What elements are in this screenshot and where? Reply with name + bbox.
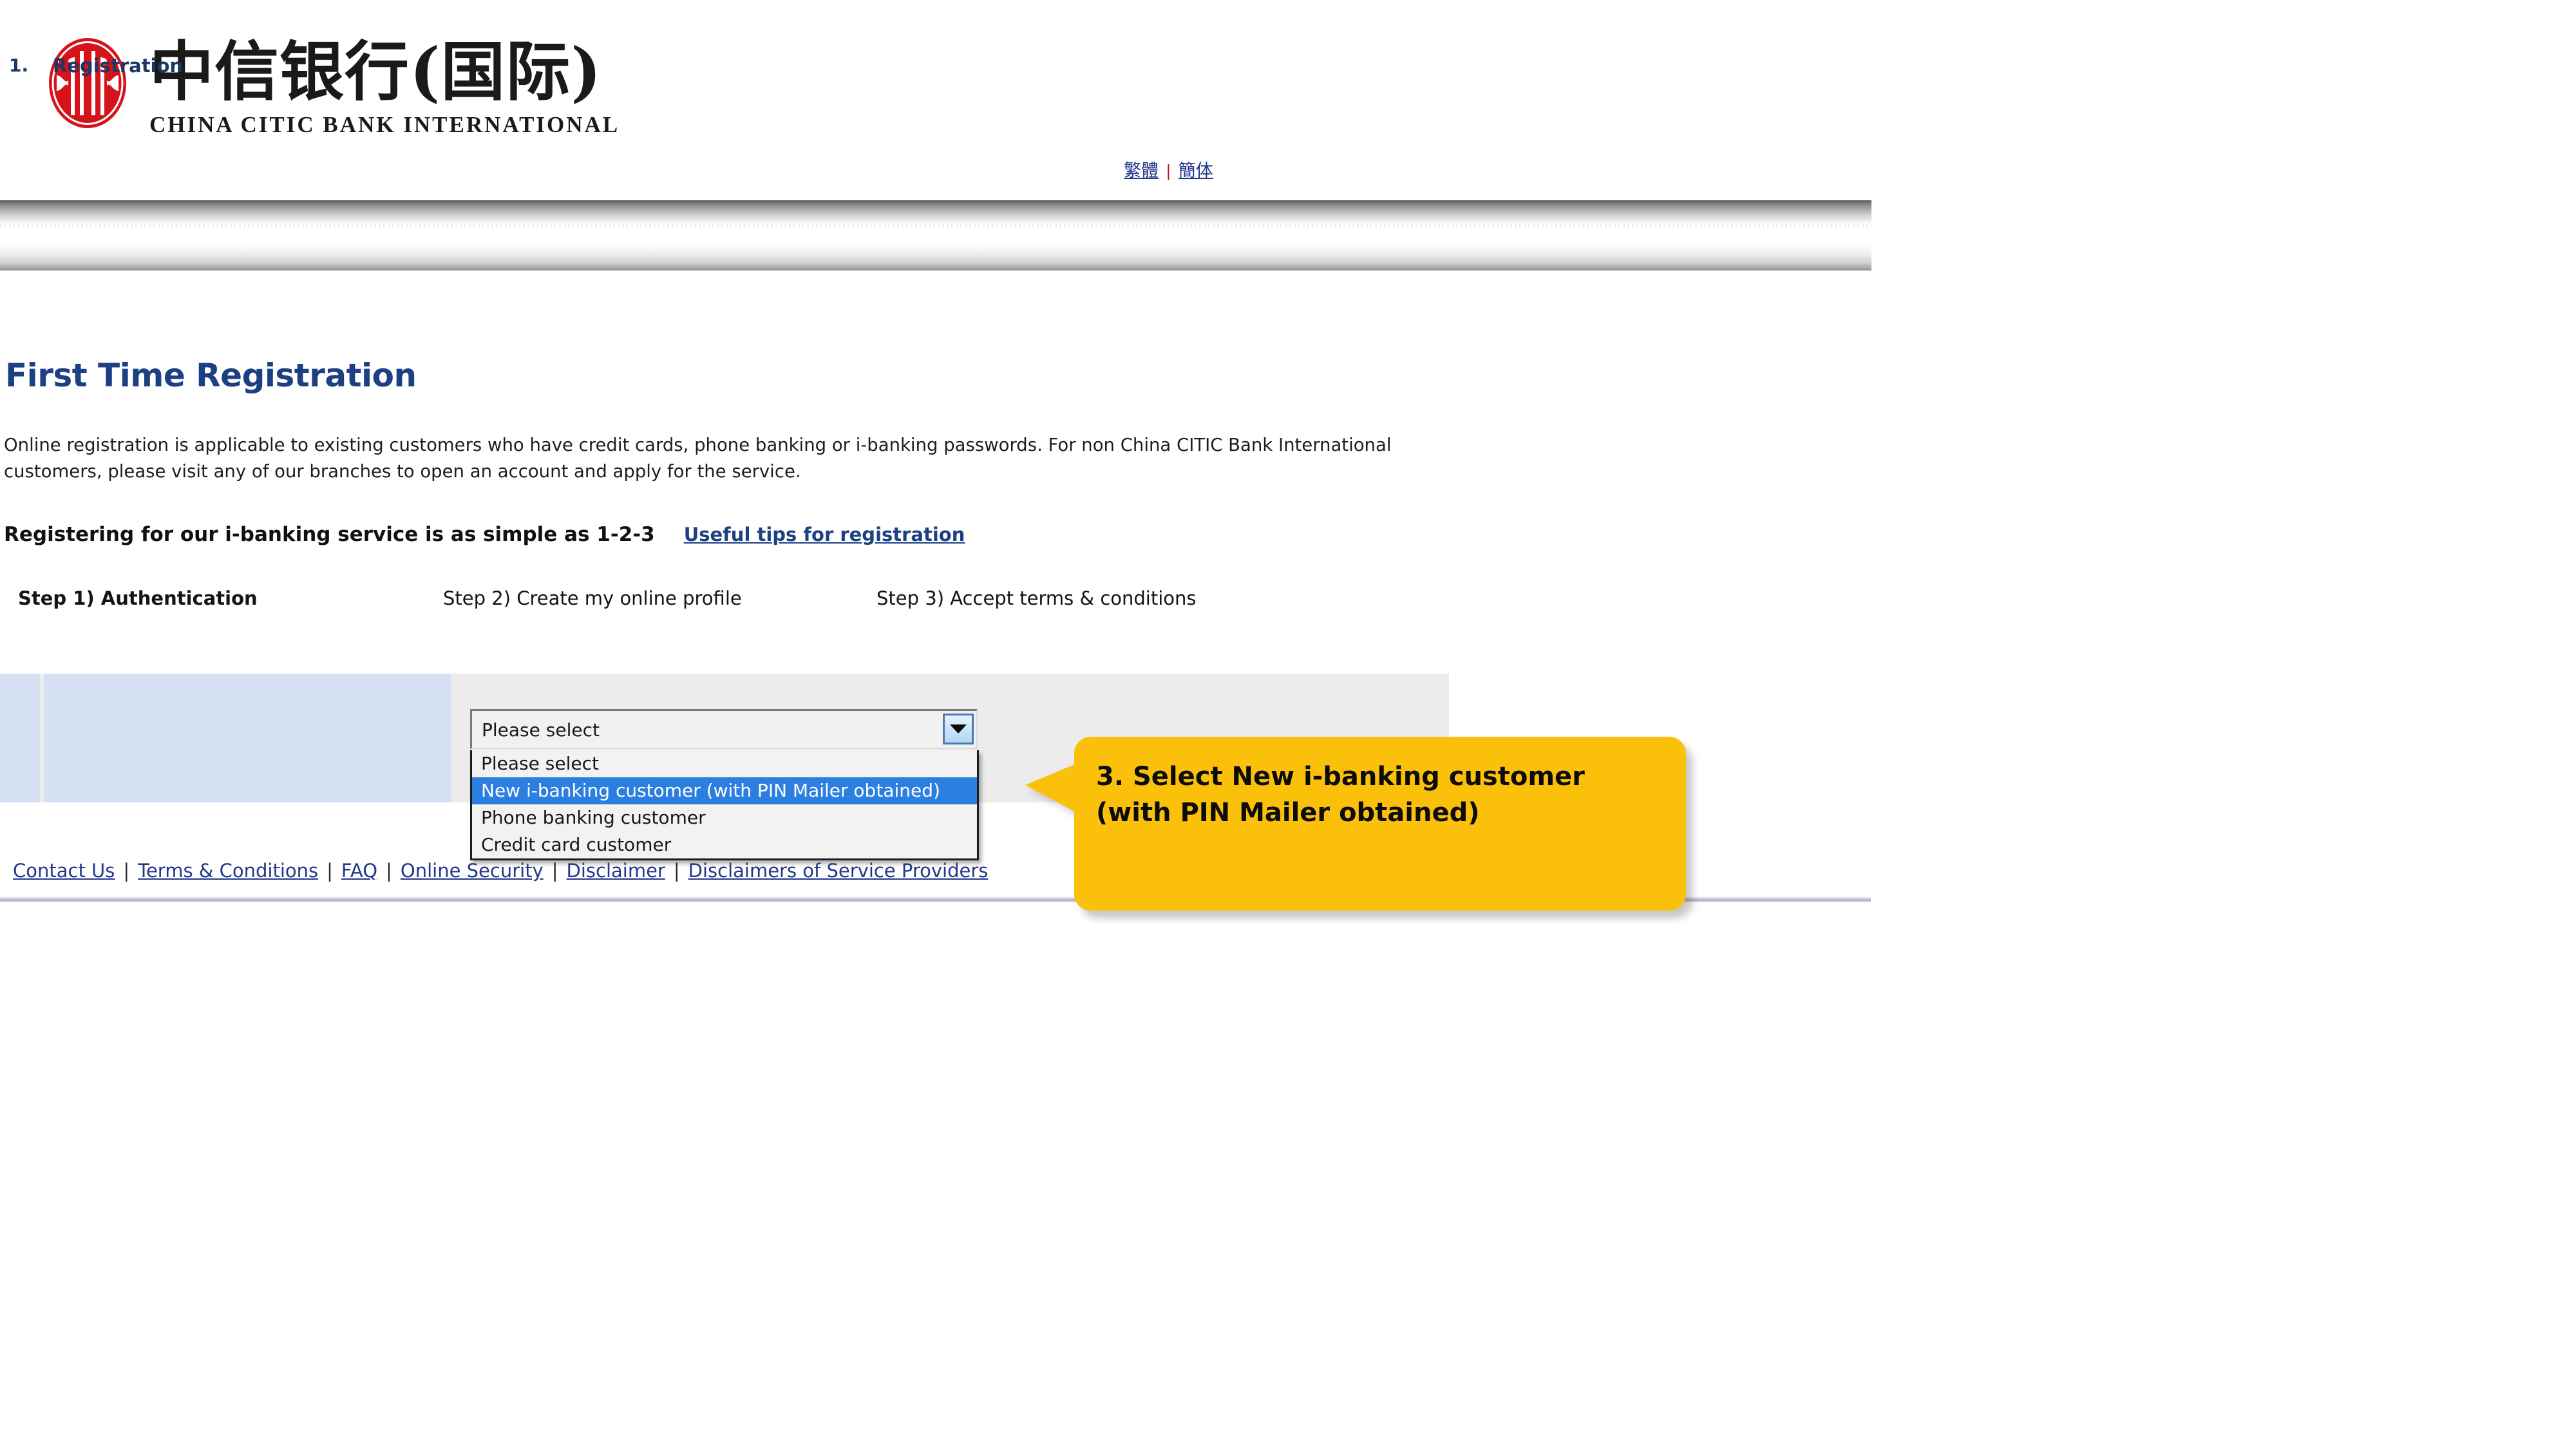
bank-logo[interactable]: 中信银行(国际) CHINA CITIC BANK INTERNATIONAL bbox=[40, 35, 620, 138]
chevron-down-glyph bbox=[950, 724, 967, 734]
steps-indicator: Step 1) Authentication Step 2) Create my… bbox=[0, 587, 1481, 620]
footer-link-disclaimers-service-providers[interactable]: Disclaimers of Service Providers bbox=[688, 860, 989, 882]
logo-wordmark: 中信银行(国际) CHINA CITIC BANK INTERNATIONAL bbox=[149, 35, 620, 138]
step-2-create-profile: Step 2) Create my online profile bbox=[443, 587, 742, 609]
table-cell-label bbox=[44, 674, 451, 802]
row-label-registration: Registration bbox=[53, 55, 184, 77]
footer-links: Contact Us | Terms & Conditions | FAQ | Online… bbox=[13, 860, 988, 882]
table-cell-number bbox=[0, 674, 40, 802]
intro-paragraph: Online registration is applicable to exi… bbox=[4, 434, 1392, 482]
footer-link-disclaimer[interactable]: Disclaimer bbox=[567, 860, 665, 882]
callout-tail bbox=[1025, 762, 1081, 815]
option-new-ibanking-customer[interactable]: New i-banking customer (with PIN Mailer … bbox=[472, 777, 977, 804]
site-header: 中信银行(国际) CHINA CITIC BANK INTERNATIONAL … bbox=[0, 0, 1873, 270]
tagline-text: Registering for our i-banking service is… bbox=[4, 523, 655, 546]
footer-separator: | bbox=[673, 860, 680, 882]
header-divider-top bbox=[0, 200, 1871, 226]
header-divider-bottom bbox=[0, 242, 1871, 270]
footer-link-online-security[interactable]: Online Security bbox=[401, 860, 544, 882]
chevron-down-icon[interactable] bbox=[943, 714, 974, 744]
select-selected-value: Please select bbox=[482, 719, 600, 741]
header-divider-dots bbox=[0, 224, 1871, 227]
option-credit-card-customer[interactable]: Credit card customer bbox=[472, 831, 977, 858]
language-link-traditional[interactable]: 繁體 bbox=[1124, 161, 1159, 181]
footer-link-terms-conditions[interactable]: Terms & Conditions bbox=[138, 860, 318, 882]
language-separator: | bbox=[1166, 161, 1171, 180]
registration-type-select[interactable]: Please select bbox=[470, 709, 978, 749]
logo-english-name: CHINA CITIC BANK INTERNATIONAL bbox=[149, 112, 620, 137]
step-1-authentication: Step 1) Authentication bbox=[18, 587, 258, 609]
step-3-terms-conditions: Step 3) Accept terms & conditions bbox=[876, 587, 1197, 609]
page-root: 中信银行(国际) CHINA CITIC BANK INTERNATIONAL … bbox=[0, 0, 1873, 1449]
footer-link-contact-us[interactable]: Contact Us bbox=[13, 860, 115, 882]
page-title: First Time Registration bbox=[5, 356, 417, 394]
footer-separator: | bbox=[386, 860, 392, 882]
citic-logo-mark-icon bbox=[40, 35, 135, 131]
instruction-callout-text: 3. Select New i-banking customer (with P… bbox=[1096, 762, 1585, 828]
row-number: 1. bbox=[9, 55, 29, 76]
footer-separator: | bbox=[551, 860, 558, 882]
useful-tips-link[interactable]: Useful tips for registration bbox=[684, 524, 965, 545]
footer-separator: | bbox=[123, 860, 130, 882]
registration-type-option-list[interactable]: Please select New i-banking customer (wi… bbox=[470, 750, 979, 860]
option-phone-banking-customer[interactable]: Phone banking customer bbox=[472, 804, 977, 831]
footer-separator: | bbox=[327, 860, 333, 882]
option-please-select[interactable]: Please select bbox=[472, 750, 977, 777]
footer-link-faq[interactable]: FAQ bbox=[341, 860, 377, 882]
tagline-row: Registering for our i-banking service is… bbox=[4, 523, 965, 546]
logo-chinese-name: 中信银行(国际) bbox=[149, 33, 602, 109]
language-link-simplified[interactable]: 簡体 bbox=[1179, 161, 1213, 181]
language-switcher: 繁體 | 簡体 bbox=[1124, 156, 1213, 182]
